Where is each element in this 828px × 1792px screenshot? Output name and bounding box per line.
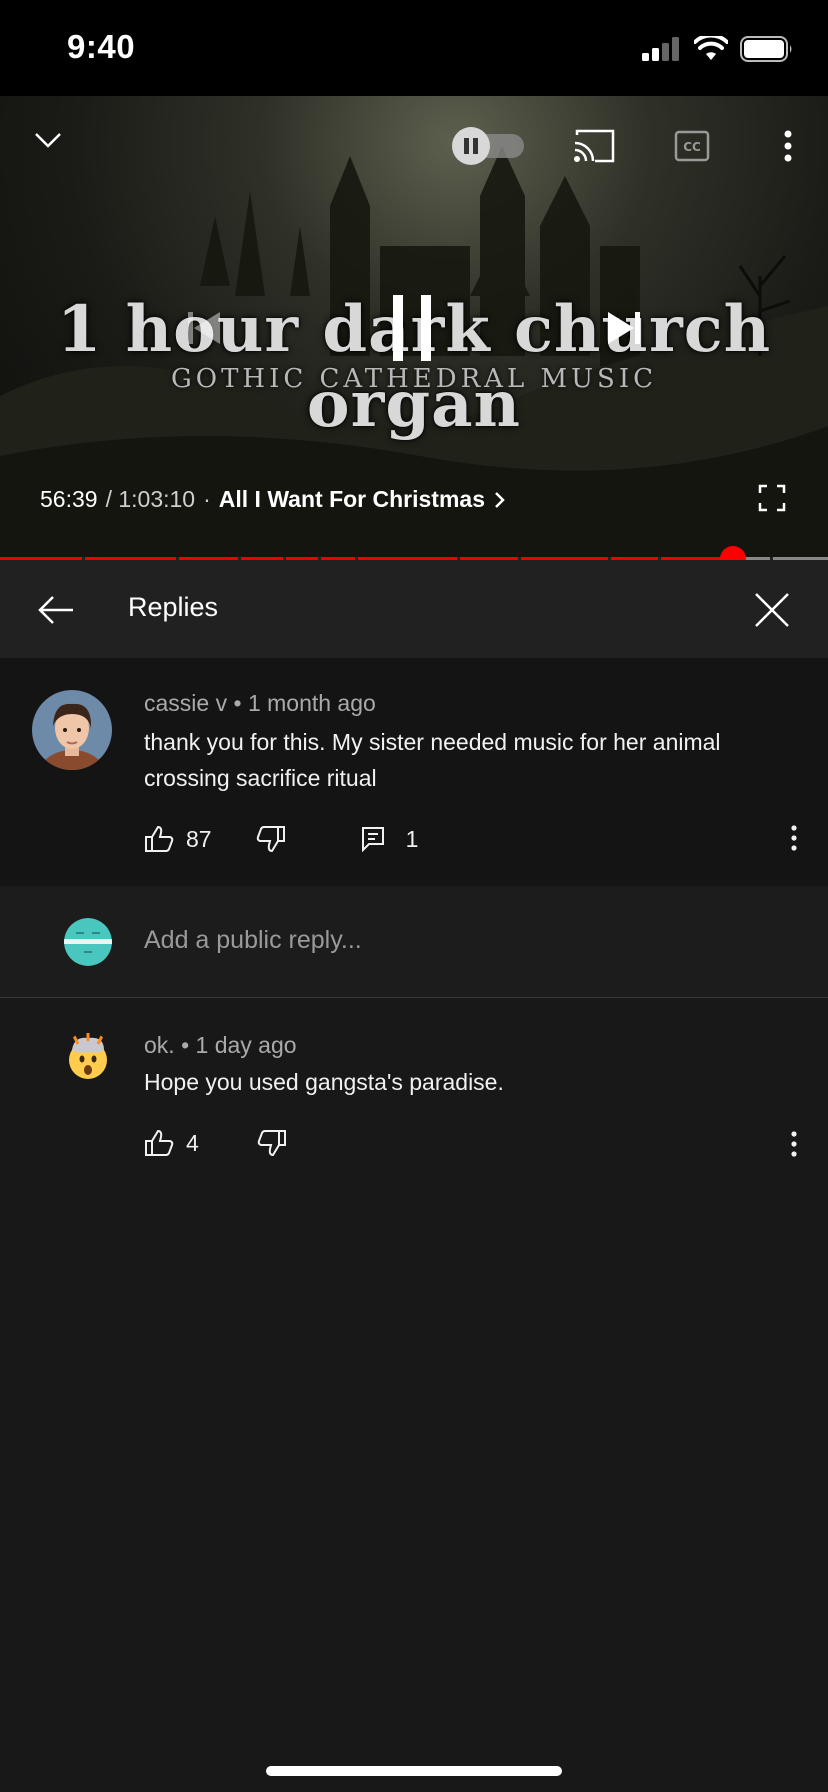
thumbs-down-icon bbox=[256, 826, 285, 853]
chapter-title[interactable]: All I Want For Christmas bbox=[219, 486, 485, 513]
more-vertical-icon bbox=[791, 825, 797, 851]
reply-meta: ok. • 1 day ago bbox=[144, 1032, 297, 1059]
more-vertical-icon bbox=[791, 1131, 797, 1157]
status-time: 9:40 bbox=[67, 28, 136, 65]
meta-dot: • bbox=[233, 690, 248, 716]
next-button[interactable] bbox=[600, 304, 648, 352]
cast-icon bbox=[574, 129, 615, 163]
parent-comment: cassie v • 1 month ago thank you for thi… bbox=[0, 658, 828, 886]
total-time: / 1:03:10 bbox=[105, 486, 196, 512]
user-avatar-image bbox=[32, 690, 112, 770]
skip-previous-icon bbox=[188, 312, 220, 344]
chevron-right-icon bbox=[495, 491, 505, 508]
thumbs-up-icon bbox=[145, 1129, 174, 1156]
reply-button[interactable] bbox=[360, 824, 386, 854]
dislike-button[interactable] bbox=[257, 1128, 287, 1158]
like-count: 87 bbox=[186, 825, 212, 852]
replies-header: Replies bbox=[0, 560, 828, 658]
video-art-subtitle: GOTHIC CATHEDRAL MUSIC bbox=[170, 364, 657, 394]
status-bar: 9:40 bbox=[0, 0, 828, 96]
reply-actions: 4 bbox=[144, 1128, 287, 1158]
battery-icon bbox=[740, 36, 792, 62]
more-vertical-icon bbox=[784, 130, 792, 162]
autoplay-toggle-icon bbox=[452, 127, 524, 165]
captions-icon: CC bbox=[674, 130, 710, 162]
reply-more-button[interactable] bbox=[790, 1128, 798, 1160]
reply-author[interactable]: ok. bbox=[144, 1032, 175, 1058]
close-button[interactable] bbox=[748, 586, 796, 634]
svg-text:CC: CC bbox=[683, 140, 701, 154]
close-icon bbox=[755, 593, 789, 627]
back-button[interactable] bbox=[34, 588, 78, 632]
skip-next-icon bbox=[608, 312, 640, 344]
minimize-button[interactable] bbox=[28, 120, 68, 160]
comment-meta: cassie v • 1 month ago bbox=[144, 690, 376, 717]
dislike-button[interactable] bbox=[256, 824, 286, 854]
comment-age: 1 month ago bbox=[247, 690, 376, 716]
reply-count: 1 bbox=[405, 825, 419, 852]
previous-button[interactable] bbox=[180, 304, 228, 352]
meta-dot: • bbox=[181, 1032, 196, 1058]
time-row[interactable]: 56:39 / 1:03:10 · All I Want For Christm… bbox=[40, 486, 507, 513]
chevron-down-icon bbox=[35, 133, 61, 148]
like-button[interactable] bbox=[144, 1128, 174, 1158]
captions-button[interactable]: CC bbox=[672, 126, 712, 166]
comment-text: thank you for this. My sister needed mus… bbox=[144, 729, 721, 791]
current-time: 56:39 bbox=[40, 486, 98, 512]
comment-actions: 87 1 bbox=[144, 824, 418, 854]
reply-age: 1 day ago bbox=[195, 1032, 297, 1058]
autoplay-toggle[interactable] bbox=[450, 127, 526, 165]
thumbs-up-icon bbox=[145, 825, 174, 852]
like-button[interactable] bbox=[144, 824, 174, 854]
video-player[interactable]: 1 hour dark church organ GOTHIC CATHEDRA… bbox=[0, 96, 828, 560]
exploding-head-icon bbox=[69, 1033, 107, 1079]
add-reply-row[interactable]: Add a public reply... bbox=[0, 886, 828, 998]
comment-more-button[interactable] bbox=[790, 822, 798, 854]
time-separator: · bbox=[203, 486, 211, 512]
avatar[interactable] bbox=[32, 690, 112, 770]
comment-author[interactable]: cassie v bbox=[144, 690, 227, 716]
home-indicator[interactable] bbox=[266, 1766, 562, 1776]
cellular-signal-icon bbox=[642, 37, 679, 61]
pause-icon bbox=[393, 295, 431, 361]
fullscreen-button[interactable] bbox=[756, 482, 788, 514]
status-icons bbox=[642, 36, 794, 62]
arrow-left-icon bbox=[38, 596, 73, 624]
comment-icon bbox=[361, 827, 384, 852]
my-avatar bbox=[64, 918, 112, 966]
reply-input[interactable]: Add a public reply... bbox=[144, 926, 362, 955]
pause-button[interactable] bbox=[384, 292, 440, 364]
reply-text: Hope you used gangsta's paradise. bbox=[144, 1069, 504, 1095]
more-options-button[interactable] bbox=[774, 126, 802, 166]
fullscreen-icon bbox=[758, 484, 786, 512]
like-count: 4 bbox=[186, 1129, 199, 1156]
expressionless-face-icon bbox=[64, 918, 112, 966]
reply-avatar[interactable] bbox=[64, 1032, 112, 1080]
thumbs-down-icon bbox=[257, 1130, 286, 1157]
cast-button[interactable] bbox=[572, 126, 616, 166]
wifi-icon bbox=[694, 36, 728, 60]
replies-title: Replies bbox=[128, 592, 219, 622]
